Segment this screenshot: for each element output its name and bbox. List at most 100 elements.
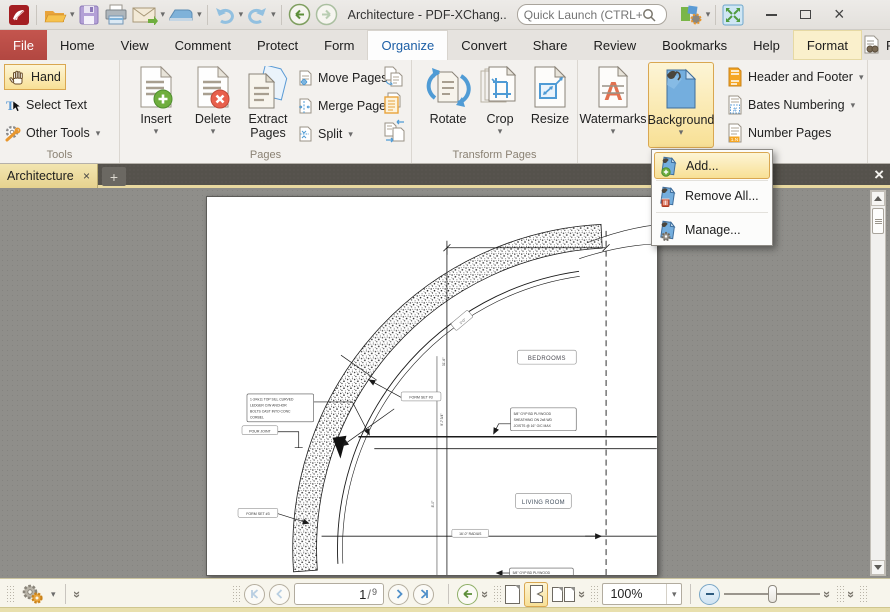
status-options-caret-icon[interactable]: ▾ (51, 589, 56, 600)
select-text-button[interactable]: T Select Text (4, 92, 114, 118)
first-page-button[interactable] (244, 584, 265, 605)
continuous-layout-button[interactable] (524, 582, 548, 607)
tab-bookmarks[interactable]: Bookmarks (649, 30, 740, 60)
svg-text:5/8" GYP BD PLYWOOD: 5/8" GYP BD PLYWOOD (514, 412, 552, 416)
tab-comment[interactable]: Comment (162, 30, 244, 60)
pdf-page[interactable]: BEDROOMS LIVING ROOM FORM SET #3 FORM SE… (206, 196, 658, 576)
document-canvas[interactable]: BEDROOMS LIVING ROOM FORM SET #3 FORM SE… (0, 188, 890, 578)
tab-form[interactable]: Form (311, 30, 367, 60)
print-button[interactable] (102, 2, 130, 28)
single-page-layout-button[interactable] (505, 585, 520, 604)
menu-item-remove-all[interactable]: Remove All... (654, 182, 770, 209)
find-document-icon[interactable] (862, 35, 882, 55)
swap-pages-button[interactable] (382, 118, 408, 144)
insert-pages-button[interactable]: Insert ▾ (128, 62, 184, 146)
merge-pages-button[interactable]: Merge Pages (296, 93, 392, 119)
bates-numbering-button[interactable]: # Bates Numbering ▾ (726, 92, 856, 118)
expand-toolbar-icon[interactable]: » (70, 590, 85, 597)
back-view-button[interactable] (286, 2, 313, 28)
ui-options-button[interactable] (677, 2, 705, 28)
undo-button[interactable] (212, 2, 238, 28)
delete-pages-button[interactable]: Delete ▾ (185, 62, 241, 146)
split-button[interactable]: Split ▾ (296, 121, 354, 147)
minimize-button[interactable] (754, 3, 788, 27)
extract-pages-button[interactable]: Extract Pages (242, 62, 294, 146)
duplicate-pages-button[interactable] (382, 64, 406, 90)
menu-item-manage-label: Manage... (685, 223, 741, 237)
tab-close-icon[interactable]: × (83, 169, 90, 183)
background-caret-icon: ▾ (679, 128, 684, 138)
two-page-layout-button[interactable] (552, 587, 575, 602)
scanner-caret-icon[interactable]: ▾ (197, 9, 202, 20)
resize-pages-button[interactable]: Resize (522, 62, 578, 146)
scanner-button[interactable] (166, 2, 196, 28)
scroll-down-button[interactable] (871, 560, 885, 575)
tab-home[interactable]: Home (47, 30, 108, 60)
move-pages-button[interactable]: Move Pages (296, 65, 387, 91)
crop-caret-icon: ▾ (498, 127, 503, 137)
watermarks-button[interactable]: A Watermarks ▾ (582, 62, 644, 146)
zoom-options-chevron-icon[interactable]: » (821, 590, 836, 597)
scrollbar-thumb[interactable] (872, 208, 884, 234)
menu-separator (656, 212, 768, 213)
statusbar-overflow-chevron-icon[interactable]: » (844, 590, 859, 597)
number-pages-button[interactable]: 1.N Number Pages (726, 120, 831, 146)
forward-view-button[interactable] (313, 2, 340, 28)
vertical-scrollbar[interactable] (870, 190, 886, 576)
tab-organize[interactable]: Organize (367, 30, 448, 60)
tab-protect[interactable]: Protect (244, 30, 311, 60)
tab-file[interactable]: File (0, 30, 47, 60)
next-page-button[interactable] (388, 584, 409, 605)
header-footer-button[interactable]: Header and Footer ▾ (726, 64, 864, 90)
undo-caret-icon[interactable]: ▾ (239, 9, 244, 20)
crop-pages-button[interactable]: Crop ▾ (472, 62, 528, 146)
tab-share[interactable]: Share (520, 30, 581, 60)
previous-view-button[interactable] (457, 584, 478, 605)
tab-convert[interactable]: Convert (448, 30, 520, 60)
background-button[interactable]: Background ▾ (648, 62, 714, 148)
tab-review[interactable]: Review (580, 30, 649, 60)
status-options-gear-icon[interactable] (18, 582, 46, 606)
ui-options-caret-icon[interactable]: ▾ (706, 9, 711, 20)
new-tab-button[interactable]: + (102, 167, 126, 186)
quick-launch-input[interactable] (524, 8, 642, 22)
close-button[interactable]: × (822, 3, 856, 27)
page-number-input[interactable]: 1/9 (294, 583, 384, 605)
previous-page-button[interactable] (269, 584, 290, 605)
zoom-out-button[interactable] (699, 584, 720, 605)
zoom-caret-icon[interactable]: ▾ (666, 584, 682, 604)
email-button[interactable] (130, 2, 160, 28)
hand-tool-button[interactable]: Hand (4, 64, 66, 90)
rotate-pages-button[interactable]: Rotate (420, 62, 476, 146)
delete-pages-label: Delete (195, 113, 231, 127)
find-label[interactable]: Find... (886, 38, 890, 53)
other-tools-button[interactable]: Other Tools ▾ (4, 120, 116, 146)
menu-item-add[interactable]: Add... (654, 152, 770, 179)
tab-view[interactable]: View (108, 30, 162, 60)
redo-caret-icon[interactable]: ▾ (271, 9, 276, 20)
tab-help[interactable]: Help (740, 30, 793, 60)
email-caret-icon[interactable]: ▾ (161, 9, 166, 20)
watermarks-caret-icon: ▾ (611, 127, 616, 137)
redo-button[interactable] (244, 2, 270, 28)
menu-item-manage[interactable]: Manage... (654, 216, 770, 243)
layout-options-chevron-icon[interactable]: » (575, 590, 590, 597)
maximize-button[interactable] (788, 3, 822, 27)
close-document-icon[interactable]: × (874, 164, 884, 185)
zoom-slider[interactable] (724, 584, 820, 604)
tab-format[interactable]: Format (793, 30, 862, 60)
quick-launch-box[interactable] (517, 4, 667, 25)
document-tab-architecture[interactable]: Architecture × (0, 164, 98, 188)
open-file-button[interactable] (41, 2, 69, 28)
zoom-level-select[interactable]: 100% ▾ (602, 583, 682, 605)
fullscreen-button[interactable] (720, 2, 746, 28)
last-page-button[interactable] (413, 584, 434, 605)
save-button[interactable] (76, 2, 102, 28)
replace-pages-button[interactable] (382, 91, 406, 117)
zoom-slider-thumb[interactable] (768, 585, 777, 603)
svg-text:1.N: 1.N (730, 137, 738, 143)
view-history-chevron-icon[interactable]: » (478, 590, 493, 597)
note-right-annotation: 5/8" GYP BD PLYWOOD SHEATHING ON 2x8 WD … (511, 408, 577, 431)
scroll-up-button[interactable] (871, 191, 885, 206)
open-file-caret-icon[interactable]: ▾ (70, 9, 75, 20)
